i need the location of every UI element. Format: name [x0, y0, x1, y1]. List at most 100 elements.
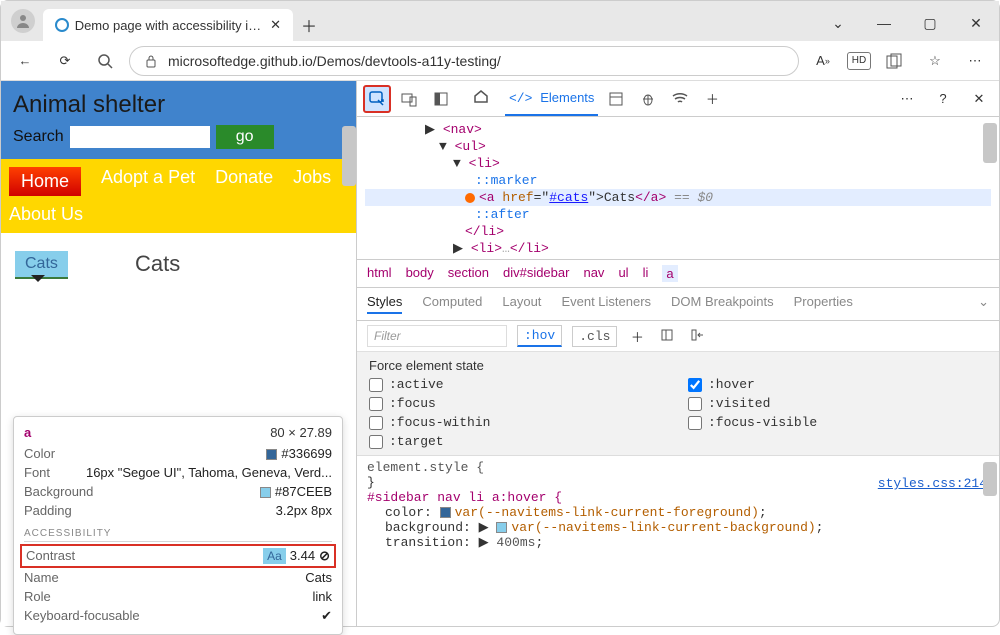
state-focus-visible[interactable]: :focus-visible	[688, 415, 987, 430]
crumb-li[interactable]: li	[643, 265, 649, 282]
crumb-nav[interactable]: nav	[583, 265, 604, 282]
help-icon[interactable]: ?	[929, 85, 957, 113]
close-devtools-button[interactable]: ✕	[965, 85, 993, 113]
tt-name-label: Name	[24, 570, 59, 585]
tab-computed[interactable]: Computed	[422, 294, 482, 314]
tt-role-val: link	[312, 589, 332, 604]
css-rule-selector: #sidebar nav li a:hover {	[367, 490, 562, 505]
crumb-html[interactable]: html	[367, 265, 392, 282]
page-scrollbar[interactable]	[342, 126, 356, 186]
inspect-tooltip: a 80 × 27.89 Color#336699 Font16px "Sego…	[13, 416, 343, 635]
browser-titlebar: Demo page with accessibility issu ✕ ＋ ⌄ …	[1, 1, 999, 41]
css-val-transition: 400ms	[496, 535, 535, 550]
devtools: </> Elements ＋ ⋯ ? ✕ ▶ <nav> ▼ <ul> ▼ <l…	[356, 81, 999, 626]
search-icon[interactable]	[89, 45, 121, 77]
nav-donate[interactable]: Donate	[215, 167, 273, 196]
styles-tabbar: Styles Computed Layout Event Listeners D…	[357, 288, 999, 321]
bug-icon[interactable]	[634, 85, 662, 113]
grid-icon[interactable]	[687, 328, 707, 345]
dom-scrollbar[interactable]	[983, 123, 997, 163]
dom-breadcrumbs[interactable]: html body section div#sidebar nav ul li …	[357, 259, 999, 288]
state-focus[interactable]: :focus	[369, 396, 668, 411]
page-title: Animal shelter	[13, 91, 344, 119]
tab-dom-breakpoints[interactable]: DOM Breakpoints	[671, 294, 774, 314]
tooltip-size: 80 × 27.89	[270, 425, 332, 440]
tt-role-label: Role	[24, 589, 51, 604]
sidebar-item-cats[interactable]: Cats	[15, 251, 68, 279]
state-active[interactable]: :active	[369, 377, 668, 392]
dom-selected-node[interactable]: <a href="#cats">Cats</a> == $0	[365, 189, 991, 206]
read-aloud-icon[interactable]: A»	[807, 45, 839, 77]
nav-home[interactable]: Home	[9, 167, 81, 196]
favorite-icon[interactable]: ☆	[919, 45, 951, 77]
tt-pad-val: 3.2px 8px	[276, 503, 332, 518]
dom-tree[interactable]: ▶ <nav> ▼ <ul> ▼ <li> ::marker <a href="…	[357, 117, 999, 259]
new-rule-icon[interactable]: ＋	[627, 327, 647, 346]
close-tab-icon[interactable]: ✕	[270, 17, 281, 33]
force-state-heading: Force element state	[369, 358, 987, 373]
cls-toggle[interactable]: .cls	[572, 326, 617, 347]
tt-aa-badge: Aa	[263, 548, 286, 564]
app-icon[interactable]	[602, 85, 630, 113]
tab-layout[interactable]: Layout	[502, 294, 541, 314]
nav-jobs[interactable]: Jobs	[293, 167, 331, 196]
css-rules-panel[interactable]: element.style { } styles.css:214 #sideba…	[357, 455, 999, 554]
tab-styles[interactable]: Styles	[367, 294, 402, 314]
device-toggle-button[interactable]	[395, 85, 423, 113]
refresh-button[interactable]: ⟳	[49, 45, 81, 77]
minimize-button[interactable]: —	[861, 5, 907, 41]
new-tab-button[interactable]: ＋	[293, 9, 325, 41]
back-button[interactable]: ←	[9, 45, 41, 77]
state-hover[interactable]: :hover	[688, 377, 987, 392]
crumb-body[interactable]: body	[406, 265, 434, 282]
browser-tab-active[interactable]: Demo page with accessibility issu ✕	[43, 9, 293, 41]
css-source-link[interactable]: styles.css:214	[878, 476, 987, 491]
tt-focusable-label: Keyboard-focusable	[24, 608, 140, 624]
nav-adopt[interactable]: Adopt a Pet	[101, 167, 195, 196]
chevron-down-icon[interactable]: ⌄	[978, 294, 989, 314]
tab-elements[interactable]: </> Elements	[505, 82, 598, 116]
css-scrollbar[interactable]	[983, 462, 997, 496]
more-devtools-icon[interactable]: ⋯	[893, 85, 921, 113]
chevron-down-icon[interactable]: ⌄	[815, 5, 861, 41]
crumb-ul[interactable]: ul	[618, 265, 628, 282]
nav-about[interactable]: About Us	[9, 204, 83, 225]
crumb-a[interactable]: a	[662, 265, 677, 282]
check-icon: ✔	[321, 608, 332, 624]
tab-event-listeners[interactable]: Event Listeners	[561, 294, 651, 314]
plus-icon[interactable]: ＋	[698, 85, 726, 113]
collections-icon[interactable]	[879, 45, 911, 77]
lock-icon	[144, 54, 158, 68]
tt-contrast-value: 3.44	[290, 548, 315, 563]
state-target[interactable]: :target	[369, 434, 668, 449]
tt-font-label: Font	[24, 465, 50, 480]
url-field[interactable]: microsoftedge.github.io/Demos/devtools-a…	[129, 46, 799, 76]
filter-input[interactable]: Filter	[367, 325, 507, 347]
tab-properties[interactable]: Properties	[794, 294, 853, 314]
tab-welcome[interactable]	[467, 82, 495, 110]
more-icon[interactable]: ⋯	[959, 45, 991, 77]
hov-toggle[interactable]: :hov	[517, 325, 562, 347]
state-focus-within[interactable]: :focus-within	[369, 415, 668, 430]
breakpoint-dot-icon[interactable]	[465, 193, 475, 203]
tt-color-label: Color	[24, 446, 55, 461]
inspect-element-button[interactable]	[363, 85, 391, 113]
tooltip-tagname: a	[24, 425, 31, 440]
state-visited[interactable]: :visited	[688, 396, 987, 411]
wifi-icon[interactable]	[666, 85, 694, 113]
close-window-button[interactable]: ✕	[953, 5, 999, 41]
crumb-section[interactable]: section	[448, 265, 489, 282]
tt-accessibility-heading: ACCESSIBILITY	[24, 528, 332, 542]
go-button[interactable]: go	[216, 125, 274, 149]
hd-icon[interactable]: HD	[847, 52, 871, 70]
maximize-button[interactable]: ▢	[907, 5, 953, 41]
warning-icon: ⊘	[319, 548, 330, 563]
profile-avatar[interactable]	[11, 9, 35, 33]
crumb-sidebar[interactable]: div#sidebar	[503, 265, 570, 282]
flex-icon[interactable]	[657, 328, 677, 345]
search-input[interactable]	[70, 126, 210, 148]
css-val-color: var(--navitems-link-current-foreground)	[455, 505, 759, 520]
tt-contrast-row: Contrast Aa3.44⊘	[20, 544, 336, 568]
inline-style-selector: element.style {	[367, 460, 484, 475]
dock-icon[interactable]	[427, 85, 455, 113]
